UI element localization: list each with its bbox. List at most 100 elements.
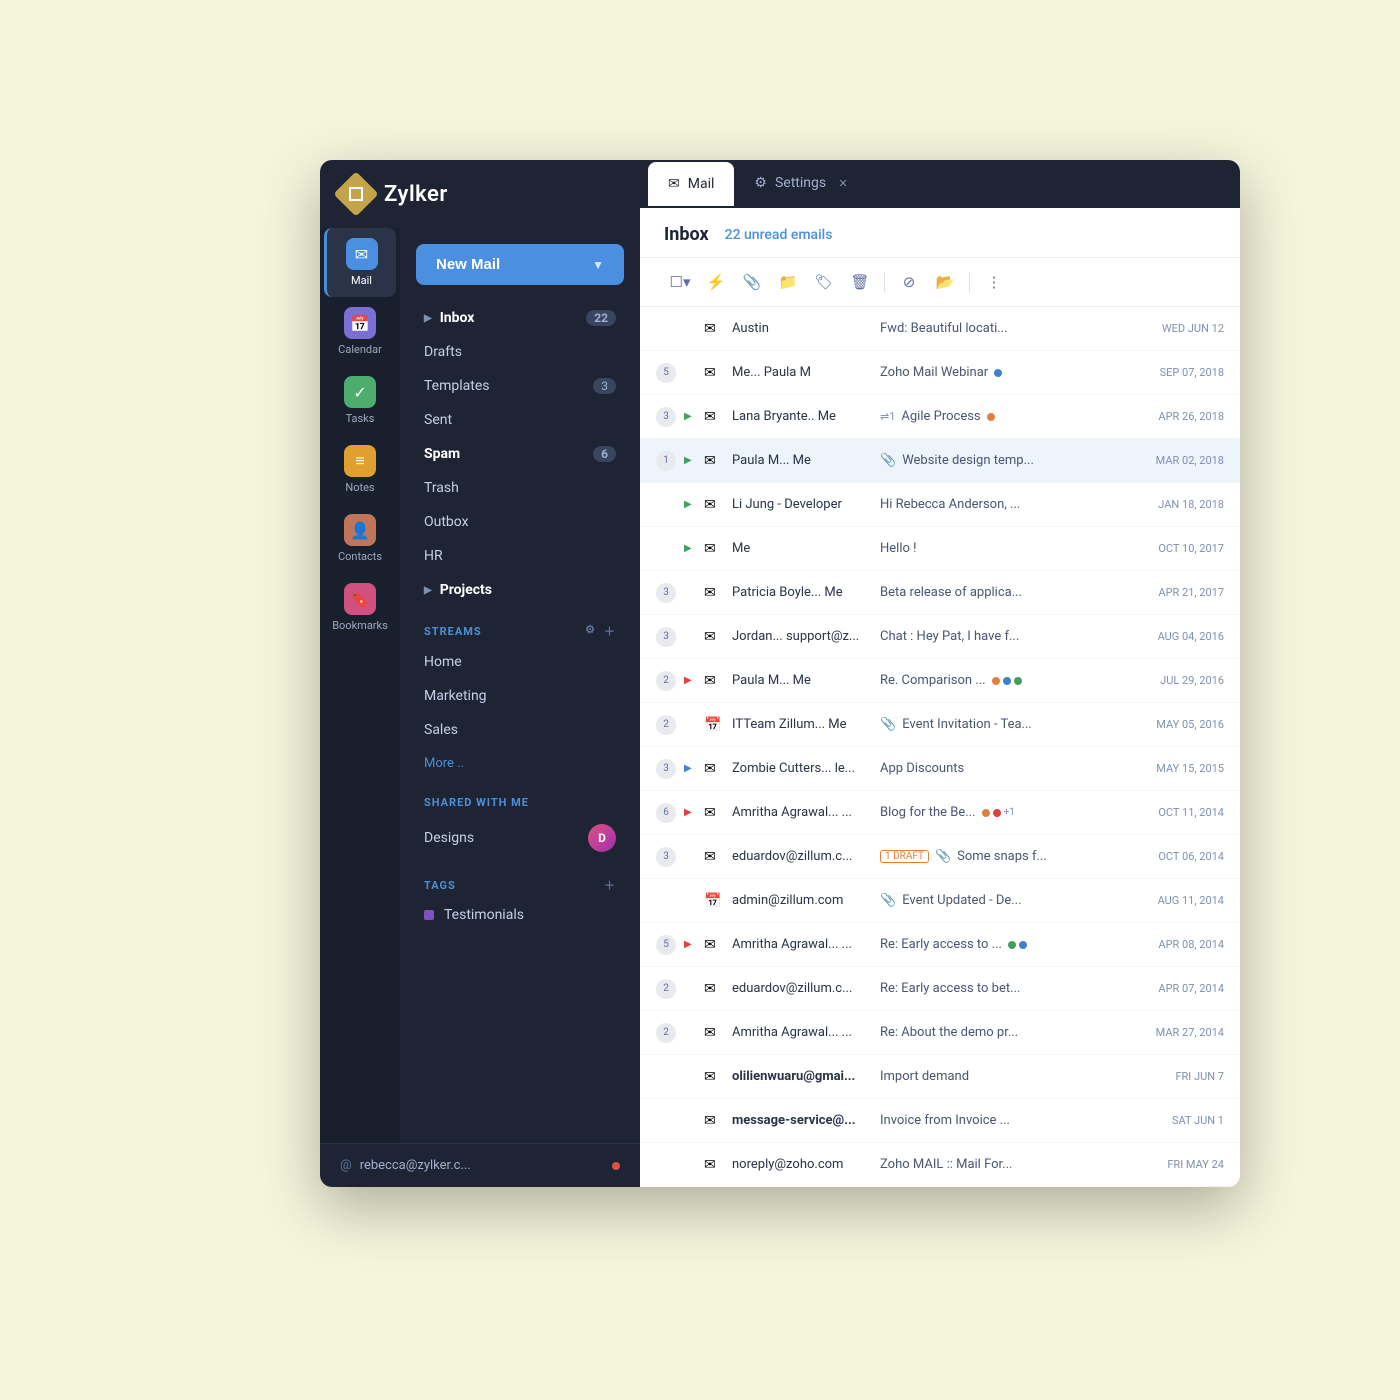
bookmarks-nav-label: Bookmarks [332, 619, 388, 632]
sender-name: Jordan... support@z... [732, 629, 872, 644]
folder-item-inbox[interactable]: ▶Inbox 22 [400, 301, 640, 335]
email-row[interactable]: ▶ ✉ Austin Fwd: Beautiful locati... WED … [640, 307, 1240, 351]
user-account[interactable]: @ rebecca@zylker.c... [340, 1158, 471, 1173]
email-date: MAY 05, 2016 [1156, 718, 1224, 731]
email-date: JAN 18, 2018 [1158, 498, 1224, 511]
tab-mail[interactable]: ✉ Mail [648, 162, 734, 206]
email-avatar: ✉ [704, 981, 724, 997]
email-row[interactable]: 2 ▶ 📅 ITTeam Zillum... Me 📎 Event Invita… [640, 703, 1240, 747]
folder-button[interactable]: 📁 [772, 266, 804, 298]
folder-item-drafts[interactable]: Drafts [400, 335, 640, 369]
checkbox-button[interactable]: ☐▾ [664, 266, 696, 298]
attachment-icon: 📎 [880, 453, 896, 468]
more-button[interactable]: ⋮ [978, 266, 1010, 298]
thread-count-empty [656, 319, 676, 339]
tags-add-icon[interactable]: ＋ [604, 877, 616, 893]
sender-name: Amritha Agrawal... ... [732, 805, 872, 820]
email-avatar: ✉ [704, 937, 724, 953]
sidebar-item-notes[interactable]: ≡ Notes [324, 435, 396, 504]
contacts-nav-label: Contacts [338, 550, 382, 563]
thread-count: 5 [656, 935, 676, 955]
email-date: APR 07, 2014 [1158, 982, 1224, 995]
folder-item-spam[interactable]: Spam 6 [400, 437, 640, 471]
folder-item-templates[interactable]: Templates 3 [400, 369, 640, 403]
stream-item-sales[interactable]: Sales [400, 713, 640, 747]
email-row[interactable]: 3 ▶ ✉ Lana Bryante.. Me ⇌1 Agile Process… [640, 395, 1240, 439]
main-area: ✉ Mail ⚙ Settings ✕ Inbox 22 unread emai… [640, 160, 1240, 1187]
attachment-filter-button[interactable]: 📎 [736, 266, 768, 298]
notes-nav-label: Notes [345, 481, 374, 494]
sender-name: Paula M... Me [732, 453, 872, 468]
email-avatar: ✉ [704, 541, 724, 557]
folder-item-hr[interactable]: HR [400, 539, 640, 573]
email-row[interactable]: 2 ▶ ✉ Amritha Agrawal... ... Re: About t… [640, 1011, 1240, 1055]
tab-settings[interactable]: ⚙ Settings ✕ [734, 160, 872, 208]
folder-item-trash[interactable]: Trash [400, 471, 640, 505]
draft-badge: 1 DRAFT [880, 850, 929, 863]
settings-tab-icon: ⚙ [754, 175, 767, 191]
folder-label-sent: Sent [424, 412, 452, 428]
email-row[interactable]: 3 ▶ ✉ Jordan... support@z... Chat : Hey … [640, 615, 1240, 659]
folder-item-outbox[interactable]: Outbox [400, 505, 640, 539]
streams-add-icon[interactable]: ＋ [604, 623, 616, 639]
folder-item-sent[interactable]: Sent [400, 403, 640, 437]
email-row[interactable]: ▶ ✉ Li Jung - Developer Hi Rebecca Ander… [640, 483, 1240, 527]
color-dot [1014, 677, 1022, 685]
color-dots [1008, 941, 1027, 949]
email-row[interactable]: 5 ▶ ✉ Amritha Agrawal... ... Re: Early a… [640, 923, 1240, 967]
sidebar-item-calendar[interactable]: 📅 Calendar [324, 297, 396, 366]
delete-button[interactable]: 🗑 [844, 266, 876, 298]
streams-section-label: STREAMS ⚙ ＋ [400, 607, 640, 645]
email-row[interactable]: 6 ▶ ✉ Amritha Agrawal... ... Blog for th… [640, 791, 1240, 835]
folder-item-projects[interactable]: ▶Projects [400, 573, 640, 607]
email-row[interactable]: ▶ 📅 admin@zillum.com 📎 Event Updated - D… [640, 879, 1240, 923]
email-row[interactable]: 1 ▶ ✉ Paula M... Me 📎 Website design tem… [640, 439, 1240, 483]
flag-icon: ▶ [684, 543, 696, 554]
email-row[interactable]: 2 ▶ ✉ eduardov@zillum.c... Re: Early acc… [640, 967, 1240, 1011]
email-row[interactable]: 3 ▶ ✉ Zombie Cutters... le... App Discou… [640, 747, 1240, 791]
email-avatar: ✉ [704, 1113, 724, 1129]
email-row[interactable]: ▶ ✉ message-service@... Invoice from Inv… [640, 1099, 1240, 1143]
email-preview: Import demand [880, 1069, 1159, 1084]
tag-button[interactable]: 🏷 [808, 266, 840, 298]
flag-icon: ▶ [684, 763, 696, 774]
thread-count-empty [656, 1067, 676, 1087]
more-streams-link[interactable]: More .. [400, 747, 640, 780]
new-mail-button[interactable]: New Mail ▼ [416, 244, 624, 285]
email-row[interactable]: 3 ▶ ✉ eduardov@zillum.c... 1 DRAFT📎 Some… [640, 835, 1240, 879]
stream-item-marketing[interactable]: Marketing [400, 679, 640, 713]
email-row[interactable]: ▶ ✉ olilienwuaru@gmai... Import demand F… [640, 1055, 1240, 1099]
folder-label-trash: Trash [424, 480, 459, 496]
email-avatar: ✉ [704, 849, 724, 865]
notes-icon: ≡ [344, 445, 376, 477]
move-button[interactable]: 📂 [929, 266, 961, 298]
sidebar-item-contacts[interactable]: 👤 Contacts [324, 504, 396, 573]
sidebar-item-mail[interactable]: ✉ Mail [324, 228, 396, 297]
preview-text: Agile Process [901, 409, 980, 424]
tag-item-testimonials[interactable]: Testimonials [400, 899, 640, 931]
email-row[interactable]: ▶ ✉ Me Hello ! OCT 10, 2017 [640, 527, 1240, 571]
folder-label-drafts: Drafts [424, 344, 462, 360]
color-dot [993, 809, 1001, 817]
sidebar: Zylker ✉ Mail 📅 Calendar ✓ Tasks ≡ Notes… [320, 160, 640, 1187]
email-date: MAR 02, 2018 [1156, 454, 1224, 467]
email-row[interactable]: 3 ▶ ✉ Patricia Boyle... Me Beta release … [640, 571, 1240, 615]
email-row[interactable]: ▶ ✉ noreply@zoho.com Zoho MAIL :: Mail F… [640, 1143, 1240, 1187]
stream-label-marketing: Marketing [424, 688, 487, 704]
streams-settings-icon[interactable]: ⚙ [585, 623, 596, 639]
sidebar-item-tasks[interactable]: ✓ Tasks [324, 366, 396, 435]
block-button[interactable]: ⊘ [893, 266, 925, 298]
sidebar-footer: @ rebecca@zylker.c... [320, 1143, 640, 1187]
email-row[interactable]: 2 ▶ ✉ Paula M... Me Re. Comparison ... J… [640, 659, 1240, 703]
sidebar-item-bookmarks[interactable]: 🔖 Bookmarks [324, 573, 396, 642]
email-row[interactable]: 5 ▶ ✉ Me... Paula M Zoho Mail Webinar SE… [640, 351, 1240, 395]
tab-close-button[interactable]: ✕ [834, 174, 852, 192]
tab-mail-label: Mail [688, 176, 715, 192]
shared-item-designs[interactable]: Designs D [400, 815, 640, 861]
thread-count: 2 [656, 979, 676, 999]
thread-count: 6 [656, 803, 676, 823]
email-preview: Zoho Mail Webinar [880, 365, 1144, 380]
filter-button[interactable]: ⚡ [700, 266, 732, 298]
stream-item-home[interactable]: Home [400, 645, 640, 679]
email-avatar: 📅 [704, 717, 724, 733]
